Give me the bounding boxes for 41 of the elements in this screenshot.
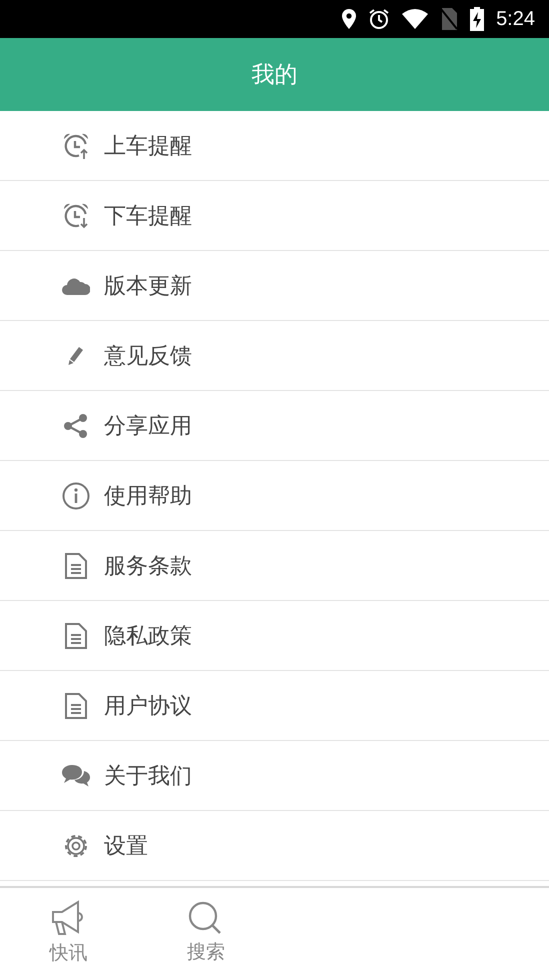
- document-icon: [64, 692, 88, 720]
- alarm-clock-icon: [368, 8, 390, 30]
- menu-label: 分享应用: [104, 412, 192, 440]
- menu-item[interactable]: 上车提醒: [0, 111, 549, 181]
- menu-item[interactable]: 隐私政策: [0, 601, 549, 671]
- pencil-icon: [66, 346, 86, 366]
- menu-label: 设置: [104, 832, 148, 860]
- battery-charging-icon: [470, 7, 484, 31]
- menu-label: 隐私政策: [104, 622, 192, 650]
- menu-label: 意见反馈: [104, 342, 192, 370]
- nav-tab[interactable]: 快讯: [0, 888, 138, 977]
- clock-time: 5:24: [496, 8, 535, 30]
- location-icon: [342, 9, 356, 29]
- chat-bubbles-icon: [61, 764, 91, 788]
- document-icon: [64, 552, 88, 580]
- menu-label: 使用帮助: [104, 482, 192, 510]
- share-icon: [63, 412, 89, 438]
- menu-item[interactable]: 关于我们: [0, 741, 549, 811]
- menu-label: 服务条款: [104, 552, 192, 580]
- menu-item[interactable]: 设置: [0, 811, 549, 881]
- info-icon: [62, 482, 90, 510]
- menu-label: 上车提醒: [104, 132, 192, 160]
- menu-label: 下车提醒: [104, 202, 192, 230]
- alarm-clock-icon: [62, 202, 90, 230]
- page-title: 我的: [252, 61, 298, 90]
- menu-item[interactable]: 版本更新: [0, 251, 549, 321]
- wifi-icon: [402, 9, 428, 29]
- cloud-icon: [62, 276, 90, 294]
- menu-label: 版本更新: [104, 272, 192, 300]
- menu-item[interactable]: 意见反馈: [0, 321, 549, 391]
- menu-item[interactable]: 使用帮助: [0, 461, 549, 531]
- menu-item[interactable]: 下车提醒: [0, 181, 549, 251]
- no-sim-icon: [440, 8, 458, 30]
- menu-item[interactable]: 服务条款: [0, 531, 549, 601]
- menu-label: 关于我们: [104, 762, 192, 790]
- document-icon: [64, 622, 88, 650]
- nav-tab[interactable]: 搜索: [137, 888, 274, 977]
- menu-item[interactable]: 用户协议: [0, 671, 549, 741]
- menu-item[interactable]: 分享应用: [0, 391, 549, 461]
- menu-label: 用户协议: [104, 692, 192, 720]
- alarm-clock-icon: [62, 132, 90, 160]
